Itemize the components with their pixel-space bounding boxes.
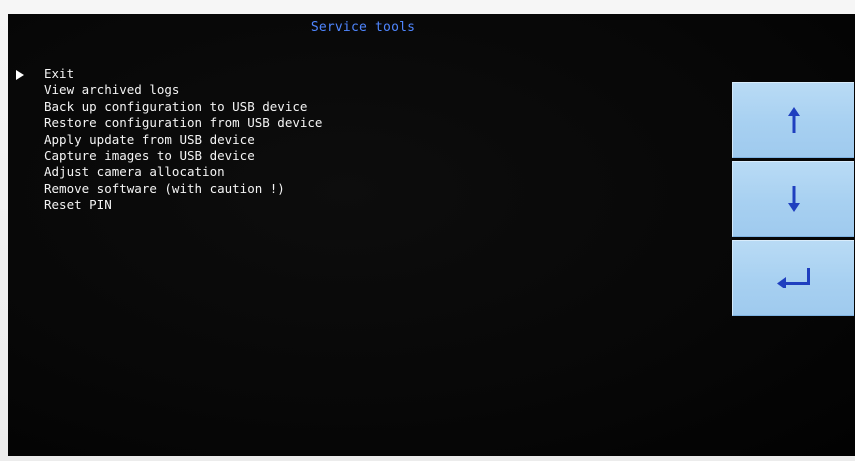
selection-cursor-icon <box>16 70 24 80</box>
menu-item-apply-update[interactable]: Apply update from USB device <box>44 132 322 148</box>
enter-return-icon <box>776 268 810 288</box>
menu-item-remove-software[interactable]: Remove software (with caution !) <box>44 181 322 197</box>
menu-item-view-archived-logs[interactable]: View archived logs <box>44 82 322 98</box>
menu-item-backup-config[interactable]: Back up configuration to USB device <box>44 99 322 115</box>
menu-item-restore-config[interactable]: Restore configuration from USB device <box>44 115 322 131</box>
service-screen: Service tools Exit View archived logs Ba… <box>8 14 855 456</box>
down-button[interactable] <box>732 161 854 237</box>
menu-item-adjust-camera[interactable]: Adjust camera allocation <box>44 164 322 180</box>
menu-item-reset-pin[interactable]: Reset PIN <box>44 197 322 213</box>
enter-button[interactable] <box>732 240 854 316</box>
service-menu: Exit View archived logs Back up configur… <box>44 66 322 214</box>
up-button[interactable] <box>732 82 854 158</box>
menu-item-capture-images[interactable]: Capture images to USB device <box>44 148 322 164</box>
page-title: Service tools <box>310 20 416 35</box>
navigation-keypad <box>732 82 854 319</box>
device-bezel: Service tools Exit View archived logs Ba… <box>0 0 855 461</box>
arrow-down-icon <box>787 186 800 212</box>
arrow-up-icon <box>787 107 800 133</box>
menu-item-exit[interactable]: Exit <box>44 66 322 82</box>
